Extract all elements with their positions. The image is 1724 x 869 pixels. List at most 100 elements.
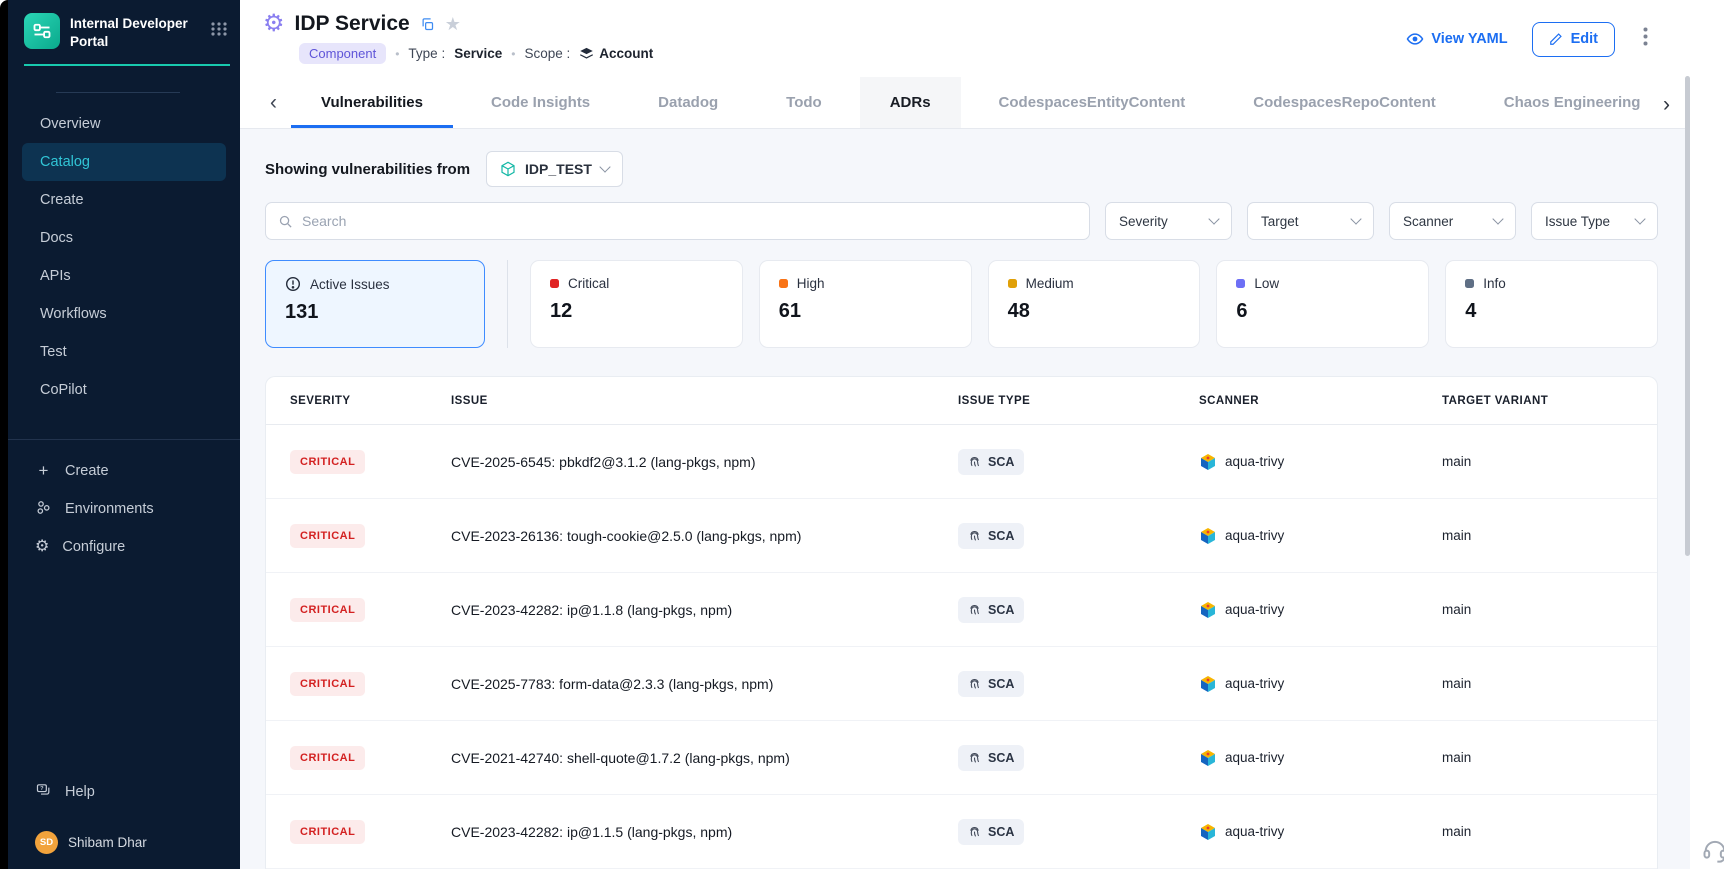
help-chat-icon: ? (35, 782, 52, 803)
support-headset-icon[interactable] (1701, 836, 1724, 869)
issue-type-chip: SCA (958, 671, 1024, 697)
sidebar-divider (56, 92, 180, 93)
issue-type-chip: SCA (958, 523, 1024, 549)
alert-circle-icon (285, 276, 301, 292)
sidebar-item-overview[interactable]: Overview (22, 105, 226, 143)
sidebar-item-docs[interactable]: Docs (22, 219, 226, 257)
main-area: ⚙ IDP Service ★ Component • Type : Servi… (240, 0, 1724, 869)
page-title: IDP Service (295, 12, 410, 36)
sidebar-create-button[interactable]: + Create (22, 452, 226, 490)
issue-type-chip: SCA (958, 597, 1024, 623)
sidebar-item-test[interactable]: Test (22, 333, 226, 371)
scanner-label: aqua-trivy (1225, 528, 1284, 543)
help-label: Help (65, 784, 95, 800)
sidebar-configure-button[interactable]: ⚙ Configure (22, 528, 226, 566)
cube-icon (500, 161, 516, 177)
brand-logo-icon[interactable] (24, 13, 60, 49)
eye-icon (1406, 30, 1424, 48)
sidebar-create-label: Create (65, 463, 109, 479)
scanner-label: aqua-trivy (1225, 676, 1284, 691)
sidebar-environments-button[interactable]: Environments (22, 490, 226, 528)
table-row[interactable]: CRITICAL CVE-2023-42282: ip@1.1.5 (lang-… (266, 795, 1657, 869)
table-row[interactable]: CRITICAL CVE-2023-42282: ip@1.1.8 (lang-… (266, 573, 1657, 647)
stat-low-label: Low (1254, 276, 1279, 291)
scanner-label: aqua-trivy (1225, 602, 1284, 617)
stat-card-low[interactable]: Low 6 (1216, 260, 1429, 348)
issue-type-label: SCA (988, 677, 1014, 691)
view-yaml-label: View YAML (1431, 31, 1507, 47)
issue-type-chip: SCA (958, 819, 1024, 845)
chevron-down-icon (1634, 213, 1645, 224)
tabs-scroll-right-icon[interactable]: › (1649, 77, 1670, 129)
stat-card-critical[interactable]: Critical 12 (530, 260, 743, 348)
filter-severity[interactable]: Severity (1105, 202, 1232, 240)
help-button[interactable]: ? Help (22, 773, 226, 811)
stat-card-high[interactable]: High 61 (759, 260, 972, 348)
apps-grid-icon[interactable] (210, 13, 228, 42)
filter-issue-type[interactable]: Issue Type (1531, 202, 1658, 240)
severity-badge: CRITICAL (290, 672, 365, 696)
vertical-scrollbar[interactable] (1685, 76, 1690, 556)
tab-adrs[interactable]: ADRs (860, 77, 961, 128)
severity-badge: CRITICAL (290, 598, 365, 622)
more-options-icon[interactable] (1639, 23, 1652, 55)
filter-scanner[interactable]: Scanner (1389, 202, 1516, 240)
tab-codespaces-repo-content[interactable]: CodespacesRepoContent (1223, 77, 1466, 128)
view-yaml-button[interactable]: View YAML (1406, 30, 1507, 48)
sidebar-item-apis[interactable]: APIs (22, 257, 226, 295)
scanner-cell: aqua-trivy (1199, 823, 1442, 841)
table-row[interactable]: CRITICAL CVE-2021-42740: shell-quote@1.7… (266, 721, 1657, 795)
stat-critical-value: 12 (550, 300, 723, 323)
scanner-label: aqua-trivy (1225, 824, 1284, 839)
tab-chaos-engineering[interactable]: Chaos Engineering (1474, 77, 1671, 128)
vulnerabilities-panel: Showing vulnerabilities from IDP_TEST (240, 129, 1690, 869)
tab-code-insights[interactable]: Code Insights (461, 77, 620, 128)
sidebar-nav: Overview Catalog Create Docs APIs Workfl… (8, 103, 240, 409)
target-variant-cell: main (1442, 824, 1633, 839)
project-select[interactable]: IDP_TEST (486, 151, 623, 187)
col-issue: ISSUE (451, 395, 958, 407)
sidebar-configure-label: Configure (62, 539, 125, 555)
user-menu[interactable]: SD Shibam Dhar (22, 825, 226, 859)
issue-cell: CVE-2021-42740: shell-quote@1.7.2 (lang-… (451, 750, 958, 766)
stat-card-active-issues[interactable]: Active Issues 131 (265, 260, 485, 348)
sidebar-item-create[interactable]: Create (22, 181, 226, 219)
stat-card-info[interactable]: Info 4 (1445, 260, 1658, 348)
chevron-down-icon (1350, 213, 1361, 224)
table-header-row: SEVERITY ISSUE ISSUE TYPE SCANNER TARGET… (266, 377, 1657, 425)
favorite-star-icon[interactable]: ★ (445, 15, 461, 33)
sidebar-item-catalog[interactable]: Catalog (22, 143, 226, 181)
tabs-bar: ‹ Vulnerabilities Code Insights Datadog … (240, 77, 1690, 129)
severity-badge: CRITICAL (290, 524, 365, 548)
stats-divider (507, 260, 508, 348)
stat-high-value: 61 (779, 300, 952, 323)
severity-badge: CRITICAL (290, 450, 365, 474)
search-input[interactable] (302, 213, 1077, 229)
severity-badge: CRITICAL (290, 820, 365, 844)
filter-target[interactable]: Target (1247, 202, 1374, 240)
tab-codespaces-entity-content[interactable]: CodespacesEntityContent (969, 77, 1216, 128)
stat-medium-label: Medium (1026, 276, 1074, 291)
search-icon (278, 214, 293, 229)
sidebar-item-copilot[interactable]: CoPilot (22, 371, 226, 409)
tab-todo[interactable]: Todo (756, 77, 852, 128)
tab-datadog[interactable]: Datadog (628, 77, 748, 128)
edit-label: Edit (1571, 31, 1598, 47)
issue-cell: CVE-2025-7783: form-data@2.3.3 (lang-pkg… (451, 676, 958, 692)
tabs-scroll-left-icon[interactable]: ‹ (260, 77, 287, 128)
col-issue-type: ISSUE TYPE (958, 395, 1199, 407)
edit-button[interactable]: Edit (1532, 22, 1615, 57)
scanner-cell: aqua-trivy (1199, 453, 1442, 471)
stat-card-medium[interactable]: Medium 48 (988, 260, 1201, 348)
copy-icon[interactable] (420, 17, 435, 32)
target-variant-cell: main (1442, 602, 1633, 617)
table-row[interactable]: CRITICAL CVE-2023-26136: tough-cookie@2.… (266, 499, 1657, 573)
issue-type-label: SCA (988, 529, 1014, 543)
stat-critical-label: Critical (568, 276, 609, 291)
avatar: SD (35, 831, 58, 854)
table-row[interactable]: CRITICAL CVE-2025-6545: pbkdf2@3.1.2 (la… (266, 425, 1657, 499)
tab-vulnerabilities[interactable]: Vulnerabilities (291, 77, 453, 128)
sidebar-item-workflows[interactable]: Workflows (22, 295, 226, 333)
table-row[interactable]: CRITICAL CVE-2025-7783: form-data@2.3.3 … (266, 647, 1657, 721)
filter-severity-label: Severity (1119, 214, 1168, 229)
